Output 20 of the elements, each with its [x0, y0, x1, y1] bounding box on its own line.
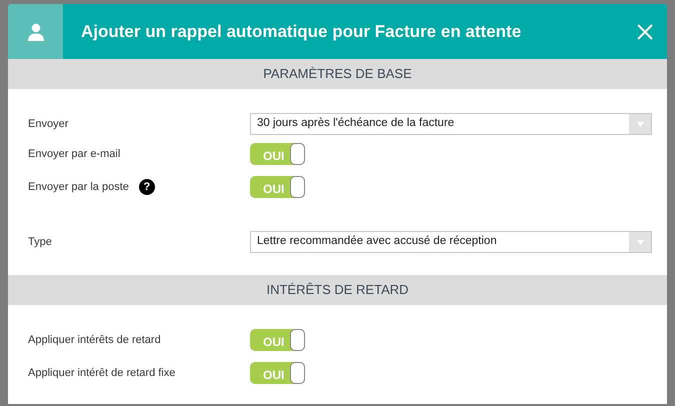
dropdown-field[interactable]: Lettre recommandée avec accusé de réception [250, 231, 652, 253]
caret-icon [636, 240, 644, 244]
field-label: Appliquer intérêt de retard fixe [28, 366, 176, 381]
user-icon [26, 22, 44, 40]
caret-icon [636, 122, 644, 126]
toggle-switch[interactable]: OUI [250, 176, 305, 198]
close-button[interactable] [637, 24, 653, 40]
field-label: Envoyer par e-mail [28, 146, 120, 162]
help-icon[interactable]: ? [138, 179, 155, 195]
field-label: Envoyer par la poste [28, 180, 129, 195]
toggle-switch[interactable]: OUI [250, 362, 305, 384]
toggle-switch[interactable]: OUI [250, 329, 305, 351]
field-label: Envoyer [28, 116, 68, 132]
section-heading: INTÉRÊTS DE RETARD [8, 275, 667, 305]
toggle-switch[interactable]: OUI [250, 143, 305, 165]
section-heading: PARAMÈTRES DE BASE [8, 59, 667, 89]
dialog-title: Ajouter un rappel automatique pour Facture en attente [81, 20, 522, 43]
field-label: Appliquer intérêts de retard [28, 332, 161, 348]
field-label: Type [28, 234, 52, 250]
dropdown-field[interactable]: 30 jours après l'échéance de la facture [250, 113, 652, 135]
